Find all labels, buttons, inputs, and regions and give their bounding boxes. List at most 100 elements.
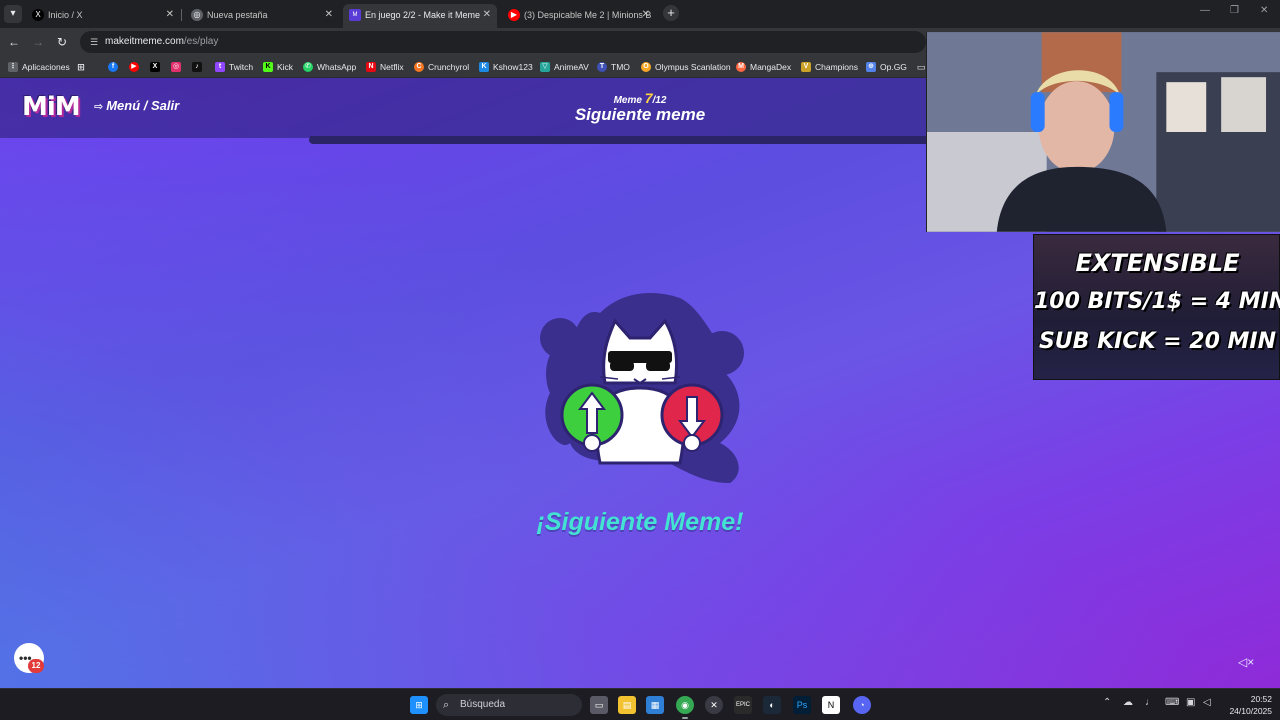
grid-icon: ⊞ [77, 62, 85, 72]
youtube-icon: ▶ [129, 62, 139, 72]
tab-despicable-me[interactable]: ▶ (3) Despicable Me 2 | Minions B ✕ [502, 4, 656, 26]
epic-games-icon[interactable]: EPIC [734, 696, 752, 714]
clock-time: 20:52 [1250, 694, 1272, 704]
bookmark-tiktok[interactable]: ♪ [192, 56, 204, 78]
reload-icon[interactable]: ↻ [54, 34, 70, 50]
bookmark-facebook[interactable]: f [108, 56, 120, 78]
crunchyroll-icon: C [414, 62, 424, 72]
stream-info-panel: EXTENSIBLE 100 BITS/1$ = 4 MIN SUB KICK … [1033, 234, 1280, 380]
mim-icon: M [349, 9, 361, 21]
bookmark-label: Op.GG [880, 62, 907, 72]
info-line-bits: 100 BITS/1$ = 4 MIN [1034, 289, 1280, 314]
tab-divider [181, 9, 182, 21]
x-logo-icon: X [150, 62, 160, 72]
close-icon[interactable]: ✕ [166, 4, 174, 26]
forward-arrow-icon[interactable]: → [30, 34, 46, 50]
menu-exit-button[interactable]: ⇨ Menú / Salir [94, 98, 179, 113]
close-window-icon[interactable]: ✕ [1260, 5, 1268, 16]
clock-date: 24/10/2025 [1229, 706, 1272, 716]
windows-taskbar: ⊞ ⌕ Búsqueda ▭ ▤ ▦ ◉ ✕ EPIC ◐ Ps N ◔ ⌃ ☁… [0, 688, 1280, 720]
windows-start-icon[interactable]: ⊞ [410, 696, 428, 714]
instagram-icon: ◎ [171, 62, 181, 72]
bookmark-instagram[interactable]: ◎ [171, 56, 183, 78]
store-icon[interactable]: ▦ [646, 696, 664, 714]
notion-icon[interactable]: N [822, 696, 840, 714]
header-accent-bar [305, 136, 931, 144]
keyboard-icon[interactable]: ⌨ [1165, 697, 1179, 708]
sound-mute-icon[interactable]: ◁× [1238, 654, 1254, 670]
active-indicator [682, 717, 688, 719]
tab-nueva-pestana[interactable]: ◎ Nueva pestaña ✕ [185, 4, 339, 26]
bookmark-kick[interactable]: K Kick [263, 56, 293, 78]
minimize-icon[interactable]: — [1200, 5, 1210, 16]
mim-logo[interactable]: MiM [22, 92, 81, 122]
bookmark-whatsapp[interactable]: ✆ WhatsApp [303, 56, 356, 78]
tab-title: En juego 2/2 - Make it Meme [365, 10, 481, 20]
restore-icon[interactable]: ❐ [1230, 5, 1239, 16]
system-clock[interactable]: 20:52 24/10/2025 [1222, 693, 1272, 717]
apps-grid-icon: ⋮ [8, 62, 18, 72]
tab-inicio-x[interactable]: X Inicio / X ✕ [26, 4, 180, 26]
bookmark-animeav[interactable]: ▽ AnimeAV [540, 56, 589, 78]
site-settings-icon[interactable]: ☰ [87, 35, 101, 49]
bookmark-mangadex[interactable]: M MangaDex [736, 56, 791, 78]
folder-icon: ▭ [916, 62, 926, 72]
bookmark-x[interactable]: X [150, 56, 162, 78]
close-icon[interactable]: ✕ [325, 4, 333, 26]
cloud-icon[interactable]: ☁ [1123, 697, 1133, 708]
new-tab-button[interactable]: + [663, 5, 679, 21]
stage-title: Siguiente meme [574, 105, 706, 124]
discord-icon[interactable]: ◔ [853, 696, 871, 714]
tab-search-button[interactable]: ▾ [4, 5, 22, 23]
bookmark-aplicaciones[interactable]: ⋮ Aplicaciones [8, 56, 70, 78]
bookmark-label: MangaDex [750, 62, 792, 72]
bookmark-label: Olympus Scanlation [655, 62, 731, 72]
tab-make-it-meme[interactable]: M En juego 2/2 - Make it Meme ✕ [343, 4, 497, 28]
mangadex-icon: M [736, 62, 746, 72]
bookmark-label: Twitch [229, 62, 254, 72]
bookmark-label: WhatsApp [317, 62, 357, 72]
steam-icon[interactable]: ◐ [763, 696, 781, 714]
chrome-icon: ◎ [191, 9, 203, 21]
olympus-icon: O [641, 62, 651, 72]
bookmark-label: Crunchyrol [428, 62, 470, 72]
close-icon[interactable]: ✕ [642, 4, 650, 26]
tab-title: Inicio / X [48, 10, 83, 20]
task-view-icon[interactable]: ▭ [590, 696, 608, 714]
search-placeholder: Búsqueda [460, 699, 506, 710]
xbox-icon[interactable]: ✕ [705, 696, 723, 714]
netflix-icon: N [366, 62, 376, 72]
url-text: makeitmeme.com/es/play [105, 31, 218, 53]
bookmark-twitch[interactable]: t Twitch [215, 56, 253, 78]
taskbar-search[interactable]: ⌕ Búsqueda [436, 694, 582, 716]
chrome-icon[interactable]: ◉ [676, 696, 694, 714]
bookmark-champions[interactable]: V Champions [801, 56, 858, 78]
address-bar[interactable]: ☰ makeitmeme.com/es/play [80, 31, 926, 53]
bookmark-opgg[interactable]: ⊕ Op.GG [866, 56, 907, 78]
bookmark-tmo[interactable]: T TMO [597, 56, 630, 78]
youtube-icon: ▶ [508, 9, 520, 21]
back-arrow-icon[interactable]: ← [6, 34, 22, 50]
volume-icon[interactable]: ◁ [1203, 697, 1211, 708]
close-icon[interactable]: ✕ [483, 4, 491, 26]
bookmark-apps-grid[interactable]: ⊞ [76, 56, 88, 78]
bookmark-label: Netflix [380, 62, 404, 72]
bookmark-label: Champions [815, 62, 858, 72]
microphone-icon[interactable]: ♩ [1145, 697, 1155, 708]
info-line-sub-kick: SUB KICK = 20 MIN [1038, 329, 1277, 354]
search-icon: ⌕ [443, 699, 450, 711]
bookmark-youtube[interactable]: ▶ [129, 56, 141, 78]
network-icon[interactable]: ▣ [1186, 697, 1195, 708]
chat-count-badge: 12 [28, 659, 44, 673]
bookmark-kshow123[interactable]: K Kshow123 [479, 56, 533, 78]
bookmark-label: Kshow123 [493, 62, 533, 72]
bookmark-netflix[interactable]: N Netflix [366, 56, 404, 78]
tray-overflow-icon[interactable]: ⌃ [1103, 697, 1111, 708]
bookmark-olympus[interactable]: O Olympus Scanlation [641, 56, 731, 78]
chat-button[interactable]: ••• 12 [14, 643, 44, 673]
bookmark-crunchyroll[interactable]: C Crunchyrol [414, 56, 469, 78]
info-line-extensible: EXTENSIBLE [1075, 249, 1240, 277]
opgg-icon: ⊕ [866, 62, 876, 72]
photoshop-icon[interactable]: Ps [793, 696, 811, 714]
file-explorer-icon[interactable]: ▤ [618, 696, 636, 714]
